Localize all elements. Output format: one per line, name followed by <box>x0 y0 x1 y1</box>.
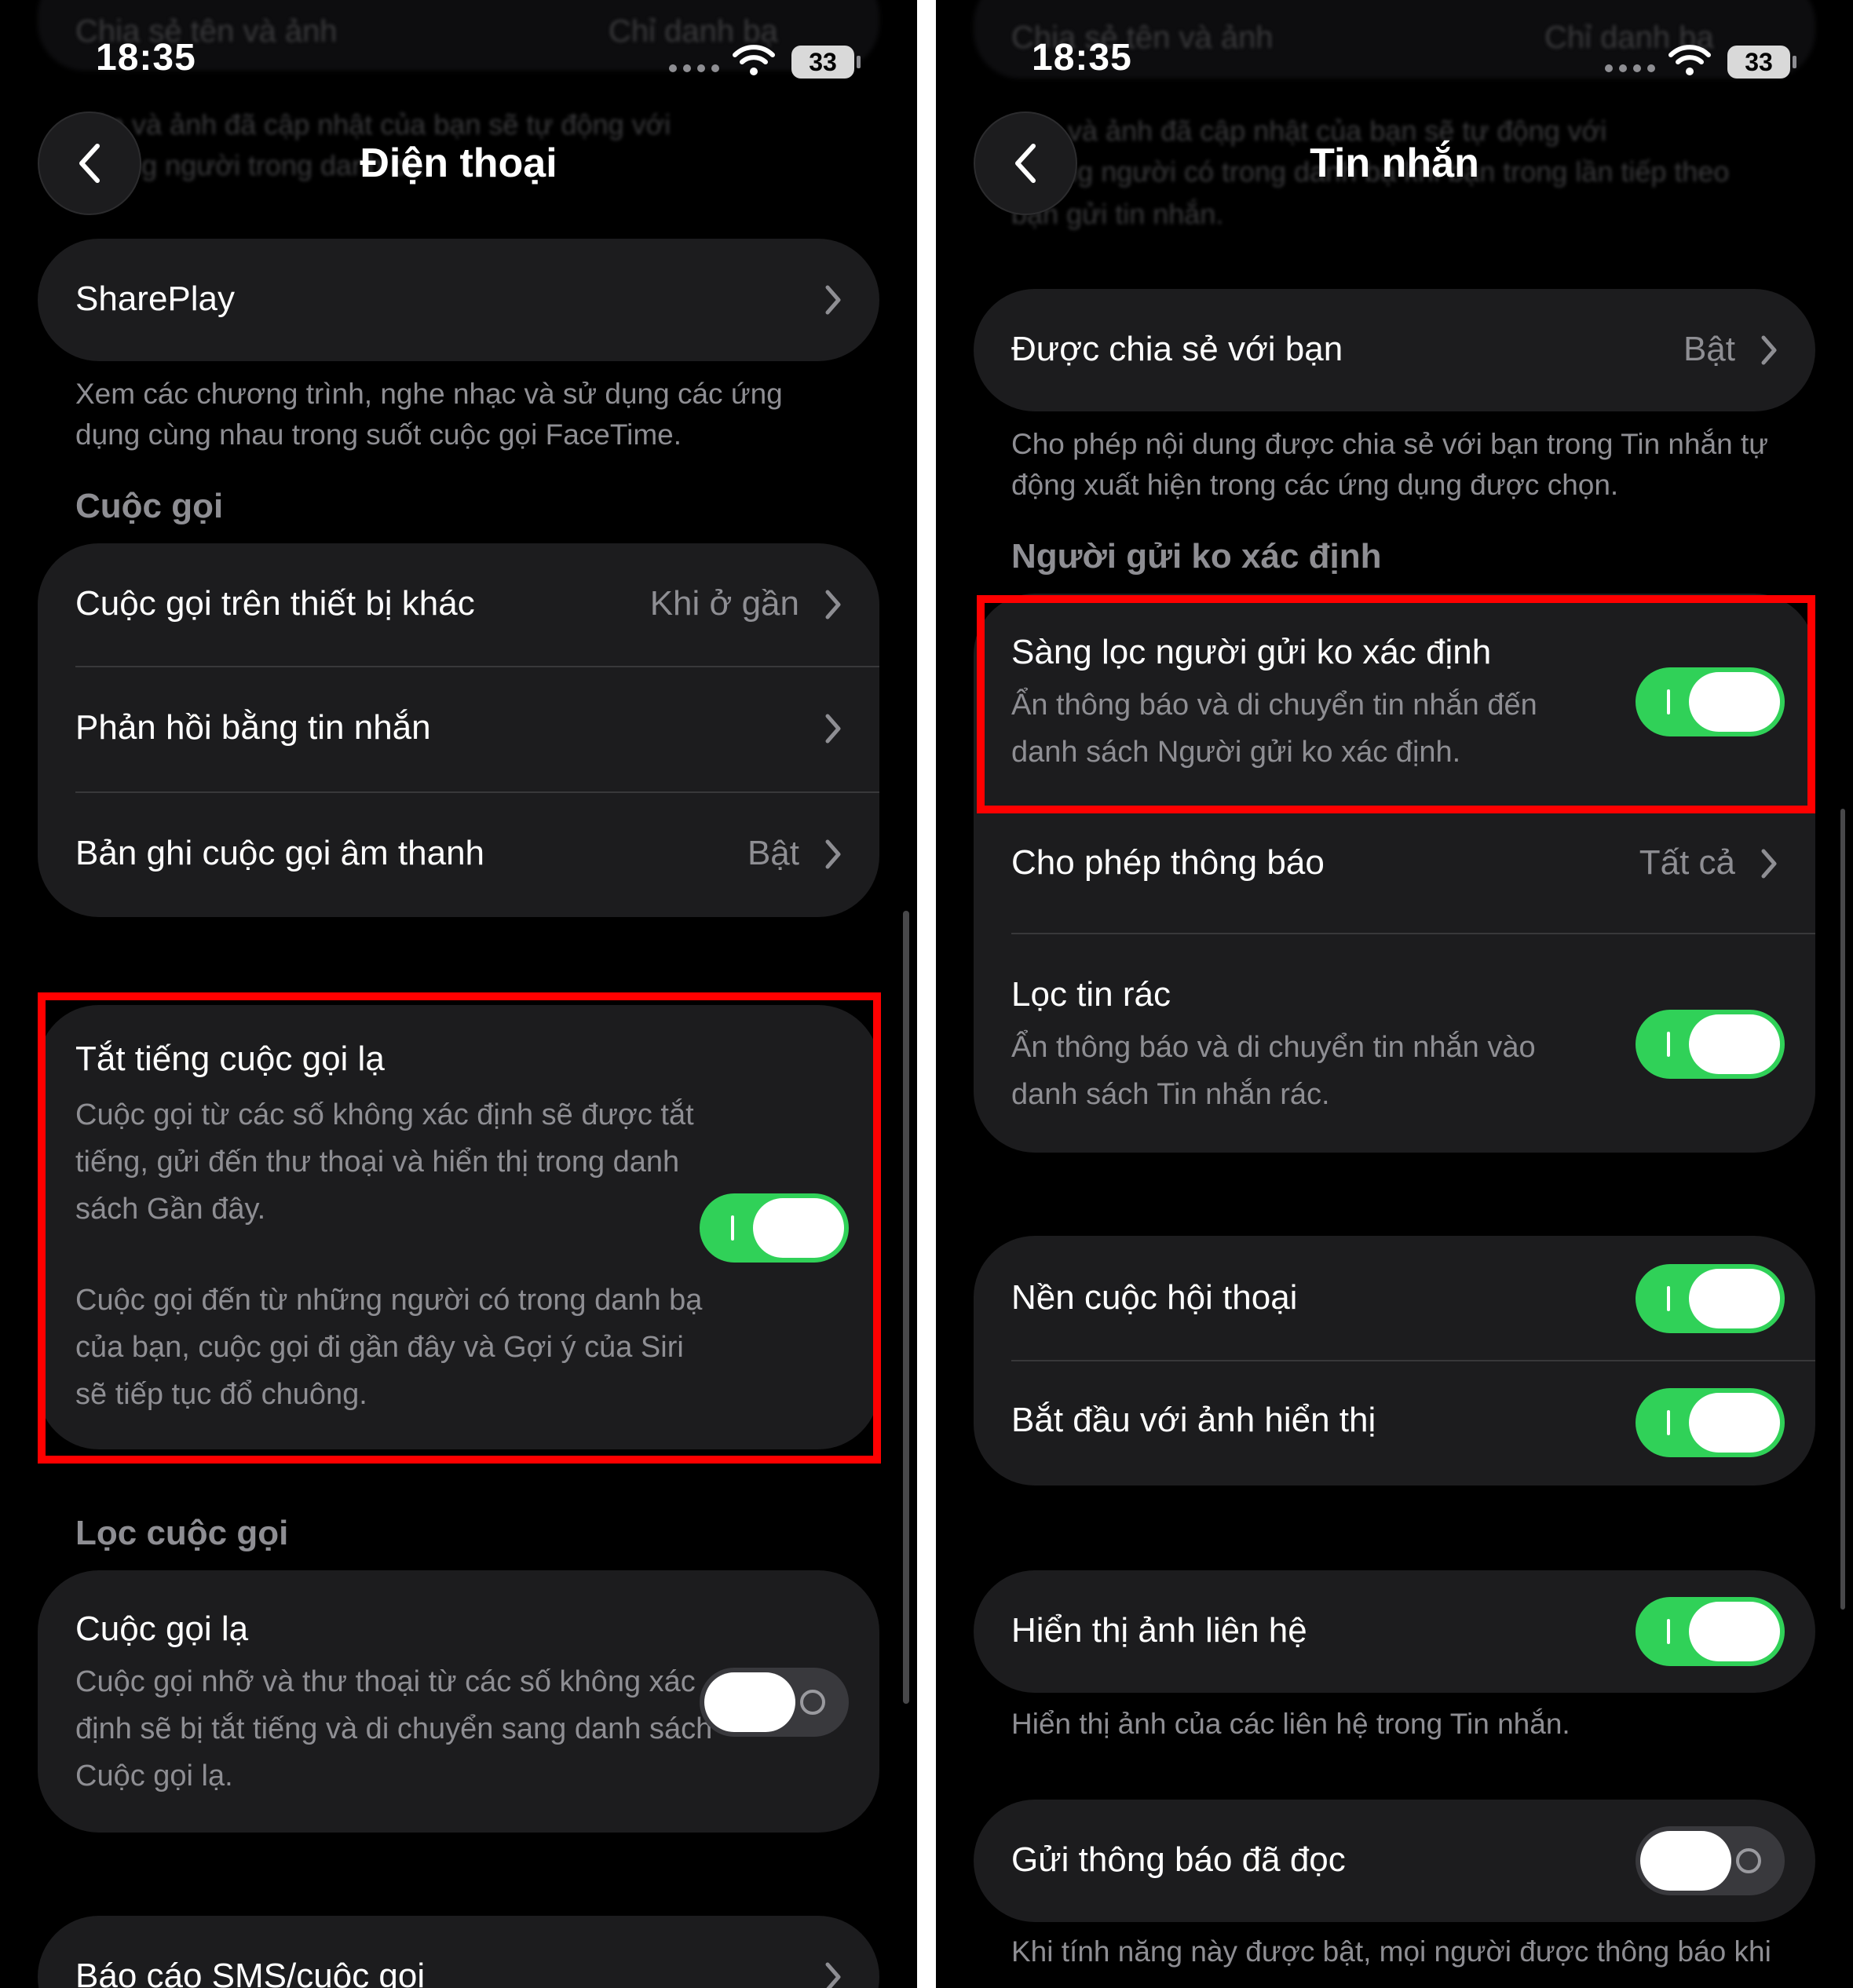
cellular-signal-icon <box>1605 64 1655 72</box>
battery-icon: 33 <box>1727 46 1796 79</box>
unknown-senders-section-header: Người gửi ko xác định <box>1011 537 1382 576</box>
page-title: Điện thoại <box>360 141 557 186</box>
chevron-right-icon <box>1761 849 1777 879</box>
row-label: Cho phép thông báo <box>1011 843 1325 882</box>
toggle-knob <box>1689 1014 1780 1074</box>
highlight-box <box>977 595 1815 813</box>
conversation-background-row: Nền cuộc hội thoại <box>974 1236 1815 1360</box>
row-value: Khi ở gần <box>649 584 799 623</box>
phone-settings-screen: Chia sẻ tên và ảnh Chỉ danh bạ Tên và ản… <box>0 0 917 1988</box>
start-with-photo-row: Bắt đầu với ảnh hiển thị <box>974 1361 1815 1486</box>
status-time: 18:35 <box>1032 37 1132 79</box>
row-label: Nền cuộc hội thoại <box>1011 1278 1298 1317</box>
report-sms-calls-row[interactable]: Báo cáo SMS/cuộc gọi <box>38 1916 879 1988</box>
row-label: Cuộc gọi trên thiết bị khác <box>75 584 475 623</box>
shared-with-you-footer: Cho phép nội dung được chia sẻ với bạn t… <box>1011 428 1769 501</box>
calls-group: Cuộc gọi trên thiết bị khác Khi ở gần Ph… <box>38 543 879 917</box>
toggle-knob <box>1689 1393 1780 1453</box>
row-label: Bắt đầu với ảnh hiển thị <box>1011 1401 1376 1439</box>
row-value: Bật <box>1683 330 1735 368</box>
shared-with-you-row[interactable]: Được chia sẻ với bạn Bật <box>974 289 1815 411</box>
start-with-photo-toggle[interactable] <box>1636 1388 1785 1457</box>
cellular-signal-icon <box>669 64 719 72</box>
row-label: Hiển thị ảnh liên hệ <box>1011 1611 1307 1650</box>
row-description: Ẩn thông báo và di chuyển tin nhắn vào d… <box>1011 1031 1536 1111</box>
row-label: Bản ghi cuộc gọi âm thanh <box>75 834 485 872</box>
chevron-right-icon <box>825 1962 841 1988</box>
messages-settings-screen: Chia sẻ tên và ảnh Chỉ danh bạ Tên và ản… <box>936 0 1853 1988</box>
row-label: Báo cáo SMS/cuộc gọi <box>75 1957 426 1988</box>
row-description: Cuộc gọi nhỡ và thư thoại từ các số khôn… <box>75 1665 713 1792</box>
contact-photos-footer: Hiển thị ảnh của các liên hệ trong Tin n… <box>1011 1708 1570 1740</box>
toggle-on-mark <box>1667 1286 1670 1311</box>
calls-section-header: Cuộc gọi <box>75 487 224 525</box>
junk-filter-row: Lọc tin rác Ẩn thông báo và di chuyển ti… <box>974 934 1815 1153</box>
toggle-on-mark <box>1667 1619 1670 1644</box>
row-label: Cuộc gọi lạ <box>75 1610 249 1648</box>
scrollbar[interactable] <box>1840 809 1845 1610</box>
status-time: 18:35 <box>96 37 196 79</box>
toggle-off-mark <box>800 1690 825 1715</box>
shareplay-footer: Xem các chương trình, nghe nhạc và sử dụ… <box>75 378 783 451</box>
junk-filter-toggle[interactable] <box>1636 1010 1785 1079</box>
toggle-off-mark <box>1736 1848 1761 1873</box>
row-label: Được chia sẻ với bạn <box>1011 330 1343 368</box>
row-label: Phản hồi bằng tin nhắn <box>75 708 431 747</box>
toggle-knob <box>1689 1269 1780 1328</box>
row-value: Tất cả <box>1639 843 1735 882</box>
toggle-knob <box>704 1672 795 1732</box>
toggle-on-mark <box>1667 1032 1670 1057</box>
page-title: Tin nhắn <box>1310 141 1479 186</box>
chevron-right-icon <box>825 839 841 869</box>
read-receipts-row: Gửi thông báo đã đọc <box>974 1800 1815 1922</box>
toggle-knob <box>1689 1602 1780 1661</box>
row-label: Gửi thông báo đã đọc <box>1011 1840 1346 1879</box>
allow-notifications-row[interactable]: Cho phép thông báo Tất cả <box>974 804 1815 926</box>
chevron-right-icon <box>825 714 841 744</box>
toggle-knob <box>1640 1831 1731 1891</box>
calls-row-other-devices[interactable]: Cuộc gọi trên thiết bị khác Khi ở gần <box>38 543 879 666</box>
calls-row-reply-message[interactable]: Phản hồi bằng tin nhắn <box>38 667 879 791</box>
row-value: Bật <box>747 834 799 872</box>
chevron-right-icon <box>825 285 841 315</box>
call-filter-section-header: Lọc cuộc gọi <box>75 1514 289 1552</box>
wifi-icon <box>733 45 775 75</box>
conversation-group: Nền cuộc hội thoại Bắt đầu với ảnh hiển … <box>974 1236 1815 1486</box>
shareplay-label: SharePlay <box>75 280 236 318</box>
battery-icon: 33 <box>791 46 861 79</box>
read-receipts-toggle[interactable] <box>1636 1826 1785 1895</box>
conversation-background-toggle[interactable] <box>1636 1264 1785 1333</box>
calls-row-audio-recording[interactable]: Bản ghi cuộc gọi âm thanh Bật <box>38 793 879 917</box>
scrollbar[interactable] <box>903 911 909 1704</box>
wifi-icon <box>1668 45 1711 75</box>
read-receipts-footer: Khi tính năng này được bật, mọi người đư… <box>1011 1935 1771 1968</box>
shareplay-row[interactable]: SharePlay <box>38 239 879 361</box>
blurred-footer-line: Tên và ảnh đã cập nhật của bạn sẽ tự độn… <box>75 108 671 141</box>
contact-photos-toggle[interactable] <box>1636 1597 1785 1666</box>
contact-photos-row: Hiển thị ảnh liên hệ <box>974 1570 1815 1693</box>
unknown-calls-toggle[interactable] <box>700 1668 849 1737</box>
toggle-on-mark <box>1667 1410 1670 1435</box>
highlight-box <box>38 992 881 1464</box>
unknown-calls-row: Cuộc gọi lạ Cuộc gọi nhỡ và thư thoại từ… <box>38 1570 879 1833</box>
row-label: Lọc tin rác <box>1011 975 1171 1014</box>
chevron-right-icon <box>1761 335 1777 365</box>
chevron-right-icon <box>825 590 841 619</box>
